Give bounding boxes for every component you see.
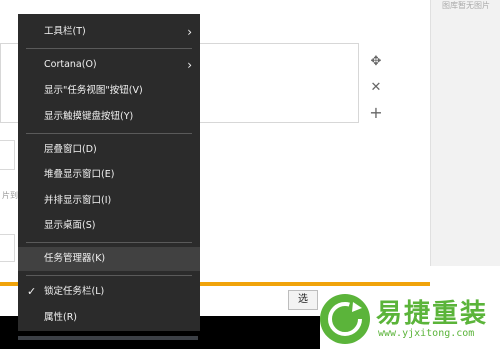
menu-item-label: 显示"任务视图"按钮(V) bbox=[44, 85, 143, 96]
menu-item-stack-windows[interactable]: 堆叠显示窗口(E) bbox=[18, 163, 200, 187]
check-icon: ✓ bbox=[27, 285, 37, 298]
menu-separator bbox=[26, 133, 192, 134]
menu-item-cortana[interactable]: Cortana(O) › bbox=[18, 53, 200, 77]
background-fragment-text: 片到 bbox=[2, 191, 18, 200]
menu-item-label: 堆叠显示窗口(E) bbox=[44, 169, 115, 180]
menu-item-properties[interactable]: 属性(R) bbox=[18, 306, 200, 330]
close-icon[interactable]: ✕ bbox=[368, 80, 384, 96]
chevron-right-icon: › bbox=[187, 25, 192, 39]
menu-separator bbox=[26, 242, 192, 243]
menu-item-task-manager[interactable]: 任务管理器(K) bbox=[18, 247, 200, 271]
menu-item-toolbars[interactable]: 工具栏(T) › bbox=[18, 20, 200, 44]
menu-item-show-desktop[interactable]: 显示桌面(S) bbox=[18, 214, 200, 238]
menu-item-label: 任务管理器(K) bbox=[44, 253, 106, 264]
background-field[interactable] bbox=[0, 140, 15, 170]
menu-item-cascade-windows[interactable]: 层叠窗口(D) bbox=[18, 138, 200, 162]
menu-item-show-task-view-button[interactable]: 显示"任务视图"按钮(V) bbox=[18, 79, 200, 103]
image-gallery-column bbox=[430, 0, 500, 266]
taskbar-window-strip bbox=[18, 336, 198, 340]
menu-item-label: Cortana(O) bbox=[44, 59, 97, 70]
menu-item-label: 属性(R) bbox=[44, 312, 78, 323]
menu-separator bbox=[26, 48, 192, 49]
logo-url: www.yjxitong.com bbox=[378, 328, 475, 339]
menu-item-side-by-side-windows[interactable]: 并排显示窗口(I) bbox=[18, 189, 200, 213]
gallery-empty-text: 图库暂无图片 bbox=[442, 1, 490, 10]
menu-item-label: 工具栏(T) bbox=[44, 26, 86, 37]
menu-item-lock-taskbar[interactable]: ✓ 锁定任务栏(L) bbox=[18, 280, 200, 304]
taskbar-context-menu: 工具栏(T) › Cortana(O) › 显示"任务视图"按钮(V) 显示触摸… bbox=[18, 14, 200, 331]
logo-text: 易捷重装 bbox=[376, 299, 489, 329]
chevron-right-icon: › bbox=[187, 58, 192, 72]
menu-separator bbox=[26, 275, 192, 276]
menu-item-show-touch-keyboard-button[interactable]: 显示触摸键盘按钮(Y) bbox=[18, 105, 200, 129]
menu-item-label: 显示触摸键盘按钮(Y) bbox=[44, 111, 134, 122]
menu-item-label: 层叠窗口(D) bbox=[44, 144, 97, 155]
menu-item-label: 并排显示窗口(I) bbox=[44, 195, 112, 206]
add-icon[interactable]: + bbox=[368, 105, 384, 121]
refresh-arrow-icon bbox=[320, 294, 370, 344]
move-icon[interactable]: ✥ bbox=[368, 54, 384, 70]
menu-item-label: 锁定任务栏(L) bbox=[44, 286, 105, 297]
select-button[interactable]: 选 bbox=[288, 290, 318, 310]
background-field[interactable] bbox=[0, 234, 15, 262]
menu-item-label: 显示桌面(S) bbox=[44, 220, 96, 231]
site-logo: 易捷重装 www.yjxitong.com bbox=[320, 293, 500, 349]
